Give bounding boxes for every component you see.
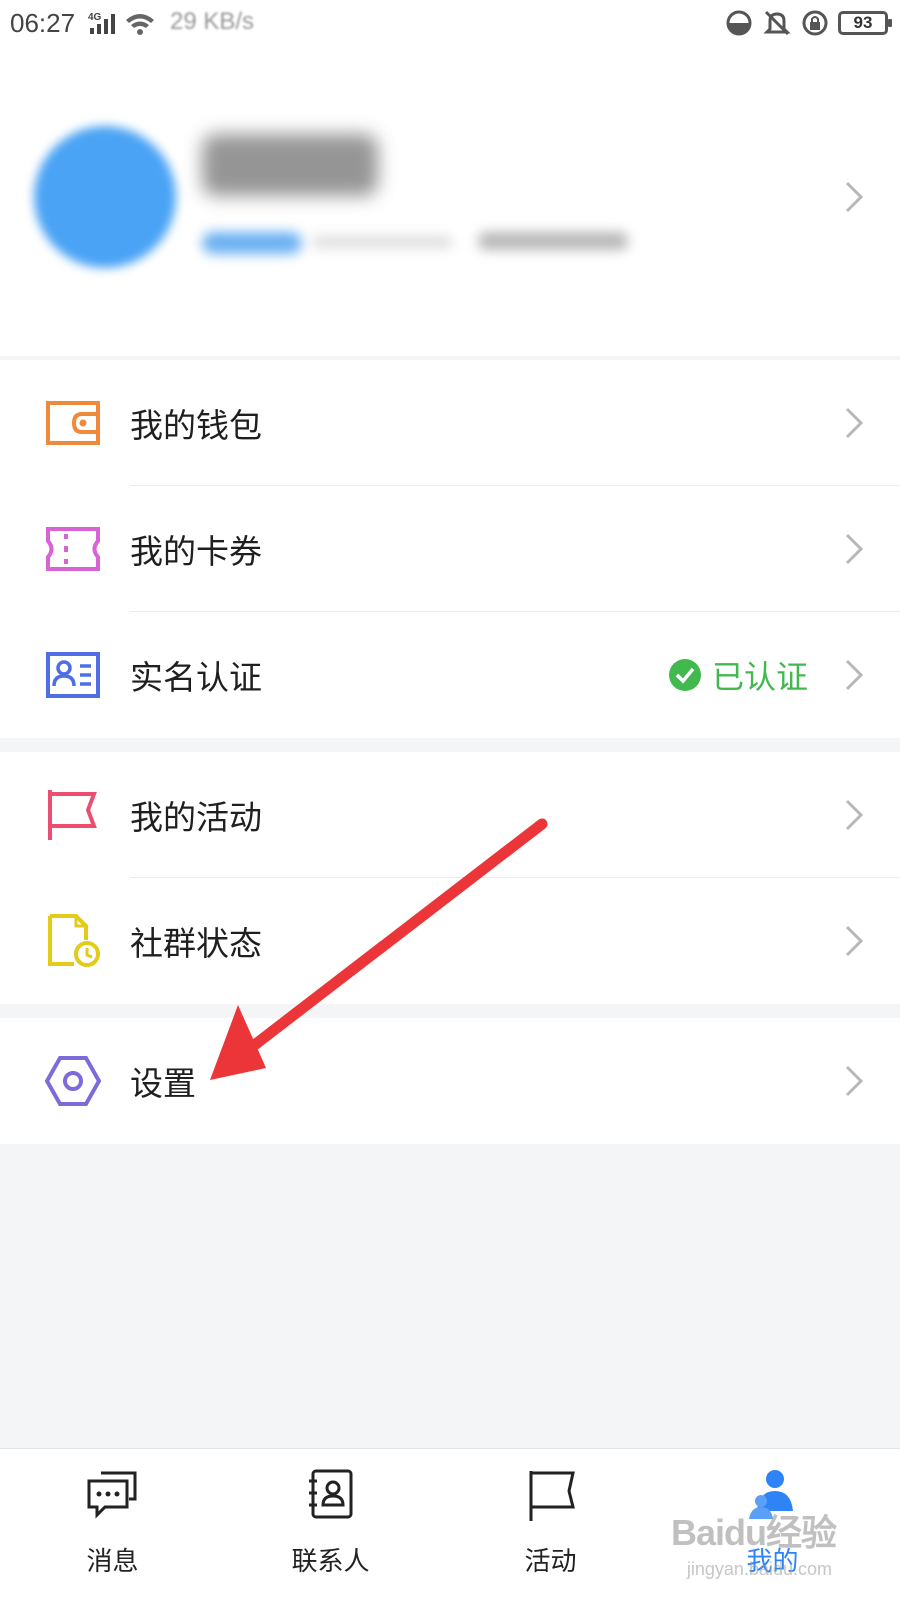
wallet-label: 我的钱包 xyxy=(130,406,262,445)
chevron-right-icon xyxy=(845,659,864,691)
menu-item-activities[interactable]: 我的活动 xyxy=(0,752,900,878)
tab-messages[interactable]: 消息 xyxy=(0,1449,225,1600)
check-circle-icon xyxy=(668,659,701,691)
settings-hexagon-icon xyxy=(44,1056,102,1106)
bottom-navigation: 消息 联系人 活动 我的 Baidu经验 jingyan.baidu.com xyxy=(0,1448,900,1600)
document-clock-icon xyxy=(48,914,100,967)
chat-icon xyxy=(87,1471,136,1519)
menu-item-real-name[interactable]: 实名认证 已认证 xyxy=(0,612,900,738)
avatar xyxy=(34,126,176,268)
real-name-label: 实名认证 xyxy=(130,658,262,697)
tab-contacts[interactable]: 联系人 xyxy=(218,1449,443,1600)
menu-group-finance: 我的钱包 我的卡券 实名认证 已认证 xyxy=(0,360,900,738)
progress-redacted xyxy=(312,236,452,248)
chevron-right-icon xyxy=(845,925,864,957)
tab-activities-label: 活动 xyxy=(524,1547,577,1577)
level-badge-redacted xyxy=(202,232,302,254)
chevron-right-icon xyxy=(845,799,864,831)
battery-indicator: 93 xyxy=(838,11,892,35)
tab-activities[interactable]: 活动 xyxy=(438,1449,663,1600)
menu-item-coupons[interactable]: 我的卡券 xyxy=(0,486,900,612)
eye-comfort-icon xyxy=(726,10,752,36)
flag-icon xyxy=(48,790,97,840)
settings-label: 设置 xyxy=(130,1064,196,1103)
status-bar: 06:27 4G 29 KB/s 93 xyxy=(0,0,900,46)
status-time: 06:27 xyxy=(10,8,76,38)
menu-item-wallet[interactable]: 我的钱包 xyxy=(0,360,900,486)
menu-item-community[interactable]: 社群状态 xyxy=(0,878,900,1004)
profile-card[interactable] xyxy=(0,46,900,356)
coupons-label: 我的卡券 xyxy=(130,532,262,571)
rotation-lock-icon xyxy=(802,10,828,36)
community-label: 社群状态 xyxy=(130,924,262,963)
watermark-brand: Baidu经验 xyxy=(670,1512,837,1553)
menu-group-settings: 设置 xyxy=(0,1018,900,1144)
wallet-icon xyxy=(46,401,100,445)
verified-text: 已认证 xyxy=(711,658,808,696)
bell-muted-icon xyxy=(763,10,791,36)
watermark-url: jingyan.baidu.com xyxy=(686,1559,832,1579)
activities-label: 我的活动 xyxy=(130,798,262,837)
ticket-icon xyxy=(46,527,100,571)
signal-icon: 4G xyxy=(88,12,154,35)
chevron-right-icon xyxy=(845,407,864,439)
contact-book-icon xyxy=(308,1469,352,1519)
menu-item-settings[interactable]: 设置 xyxy=(0,1018,900,1144)
flag-outline-icon xyxy=(529,1471,575,1521)
menu-group-social: 我的活动 社群状态 xyxy=(0,752,900,1004)
network-type: 4G xyxy=(88,12,102,23)
tab-messages-label: 消息 xyxy=(86,1547,139,1577)
chevron-right-icon xyxy=(845,181,864,213)
network-speed: 29 KB/s xyxy=(170,8,255,35)
nickname-redacted xyxy=(202,134,378,196)
account-info-redacted xyxy=(478,232,628,250)
chevron-right-icon xyxy=(845,1065,864,1097)
id-card-icon xyxy=(46,652,100,698)
tab-contacts-label: 联系人 xyxy=(291,1547,370,1577)
verified-status: 已认证 xyxy=(668,652,808,698)
chevron-right-icon xyxy=(845,533,864,565)
